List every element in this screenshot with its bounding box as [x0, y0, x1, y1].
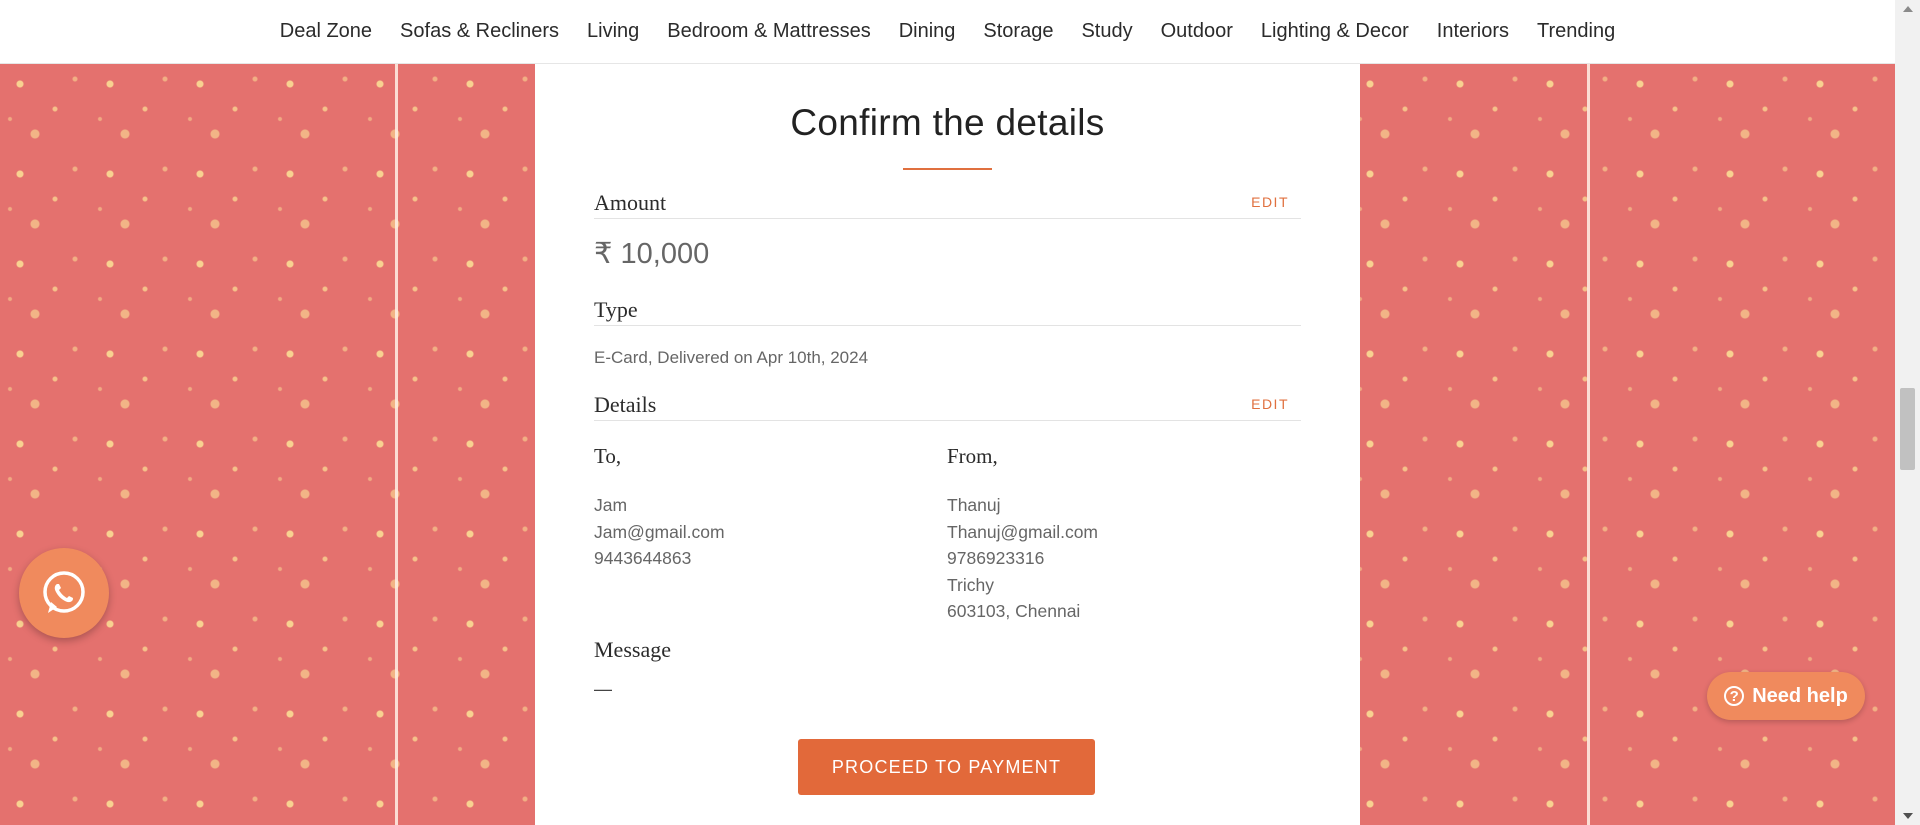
nav-sofas-recliners[interactable]: Sofas & Recliners — [386, 20, 573, 43]
category-nav: Deal Zone Sofas & Recliners Living Bedro… — [0, 0, 1895, 64]
scroll-down-arrow-icon[interactable] — [1903, 813, 1913, 819]
amount-section-header: Amount EDIT — [594, 186, 1301, 219]
nav-study[interactable]: Study — [1067, 20, 1146, 43]
nav-bedroom-mattresses[interactable]: Bedroom & Mattresses — [653, 20, 884, 43]
confirm-details-card: Confirm the details Amount EDIT ₹ 10,000… — [535, 64, 1360, 825]
sender-phone: 9786923316 — [947, 548, 1045, 568]
page-title: Confirm the details — [790, 102, 1105, 143]
scroll-up-arrow-icon[interactable] — [1903, 6, 1913, 12]
details-section-header: Details EDIT — [594, 388, 1301, 421]
recipient-heading: To, — [594, 444, 622, 468]
need-help-label: Need help — [1752, 684, 1848, 707]
sender-city: Trichy — [947, 574, 994, 595]
message-label: Message — [594, 637, 671, 662]
nav-interiors[interactable]: Interiors — [1423, 20, 1523, 43]
nav-dining[interactable]: Dining — [885, 20, 970, 43]
recipient-name: Jam — [594, 495, 628, 515]
sender-details: Thanuj Thanuj@gmail.com 9786923316 Trich… — [947, 492, 1098, 625]
nav-trending[interactable]: Trending — [1523, 20, 1629, 43]
sender-heading: From, — [947, 444, 998, 468]
nav-storage[interactable]: Storage — [969, 20, 1067, 43]
sender-email: Thanuj@gmail.com — [947, 521, 1099, 542]
recipient-phone: 9443644863 — [594, 548, 692, 568]
whatsapp-icon — [43, 571, 85, 613]
type-section-header: Type — [594, 293, 1301, 326]
sender-name: Thanuj — [947, 495, 1001, 515]
type-label: Type — [594, 297, 638, 322]
pattern-seam — [1587, 64, 1590, 825]
pattern-seam — [395, 64, 398, 825]
amount-label: Amount — [594, 190, 667, 215]
nav-outdoor[interactable]: Outdoor — [1147, 20, 1247, 43]
nav-deal-zone[interactable]: Deal Zone — [266, 20, 386, 43]
sender-pincode: 603103, Chennai — [947, 601, 1081, 621]
details-label: Details — [594, 392, 657, 417]
edit-details-link[interactable]: EDIT — [1251, 396, 1289, 412]
question-icon: ? — [1724, 686, 1745, 706]
page-scrollbar[interactable] — [1895, 0, 1920, 825]
amount-value: ₹ 10,000 — [594, 238, 710, 270]
title-underline — [903, 168, 992, 170]
whatsapp-chat-button[interactable] — [19, 548, 109, 638]
need-help-button[interactable]: ? Need help — [1707, 672, 1865, 720]
scrollbar-thumb[interactable] — [1900, 388, 1915, 470]
type-value: E-Card, Delivered on Apr 10th, 2024 — [594, 348, 869, 367]
edit-amount-link[interactable]: EDIT — [1251, 194, 1289, 210]
nav-lighting-decor[interactable]: Lighting & Decor — [1247, 20, 1423, 43]
nav-living[interactable]: Living — [573, 20, 653, 43]
recipient-email: Jam@gmail.com — [594, 521, 725, 542]
recipient-details: Jam Jam@gmail.com 9443644863 — [594, 492, 725, 572]
proceed-to-payment-button[interactable]: PROCEED TO PAYMENT — [798, 739, 1095, 795]
message-value: — — [594, 679, 612, 699]
